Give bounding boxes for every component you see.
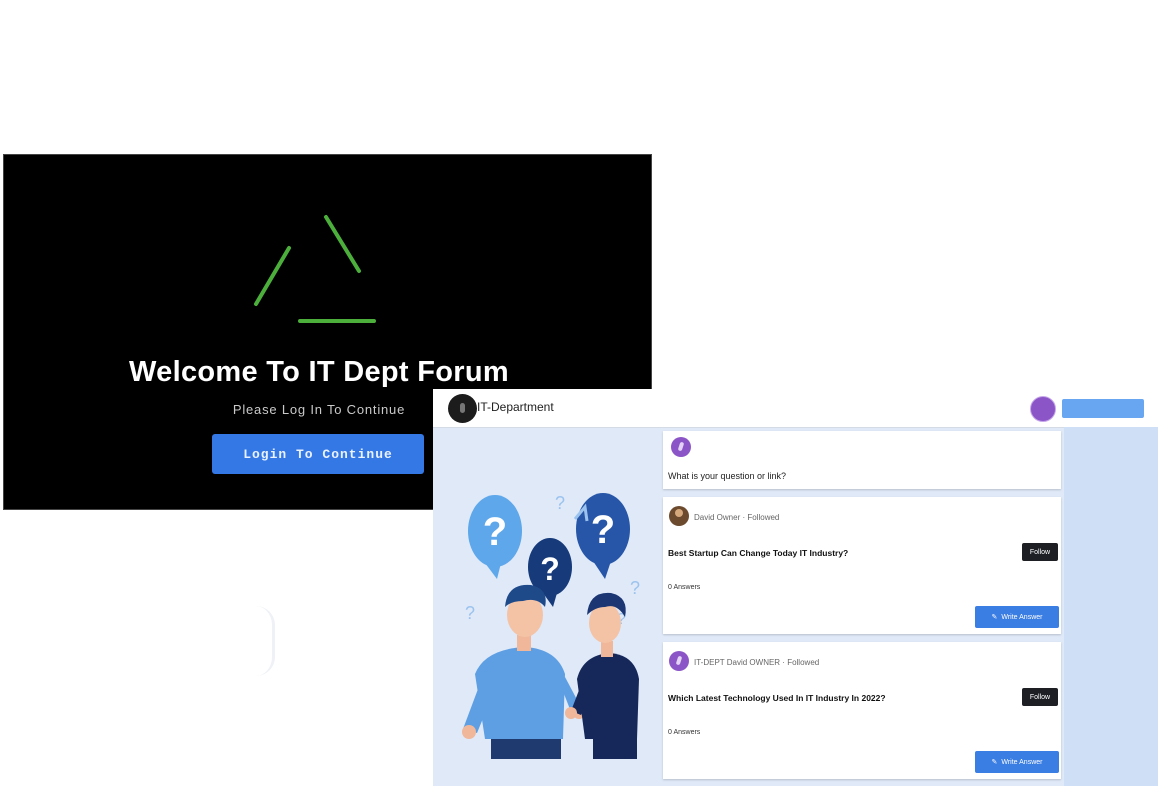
- brand-name[interactable]: IT-Department: [477, 400, 554, 414]
- write-answer-label: Write Answer: [1001, 758, 1043, 766]
- svg-text:?: ?: [483, 510, 507, 554]
- svg-text:?: ?: [630, 578, 640, 598]
- svg-text:?: ?: [555, 493, 565, 513]
- answers-count: 0 Answers: [668, 584, 701, 591]
- follow-button[interactable]: Follow: [1022, 688, 1058, 706]
- svg-text:?: ?: [591, 508, 615, 552]
- svg-text:?: ?: [540, 551, 560, 587]
- user-avatar[interactable]: [1030, 396, 1056, 422]
- author-avatar: [669, 651, 689, 671]
- ask-question-box[interactable]: What is your question or link?: [663, 431, 1061, 489]
- post-question[interactable]: Best Startup Can Change Today IT Industr…: [668, 548, 848, 558]
- pencil-icon: ✎: [991, 759, 998, 766]
- post-card: David Owner · Followed Best Startup Can …: [663, 497, 1061, 634]
- svg-text:?: ?: [465, 603, 475, 623]
- people-question-illustration: ? ? ? ? ? ? ?: [462, 493, 640, 759]
- add-question-button[interactable]: [1062, 399, 1144, 418]
- forum-header: IT-Department: [433, 389, 1158, 428]
- ask-question-input[interactable]: What is your question or link?: [668, 471, 786, 481]
- post-meta: IT-DEPT David OWNER · Followed: [694, 658, 820, 667]
- right-sidebar: [1064, 427, 1158, 786]
- post-card: IT-DEPT David OWNER · Followed Which Lat…: [663, 642, 1061, 779]
- post-meta: David Owner · Followed: [694, 513, 780, 522]
- user-avatar-small: [671, 437, 691, 457]
- post-question[interactable]: Which Latest Technology Used In IT Indus…: [668, 693, 886, 703]
- forum-screen: IT-Department ? ? ? ? ? ? ? What is your…: [433, 389, 1158, 786]
- brand-logo-icon[interactable]: [448, 394, 477, 423]
- author-avatar: [669, 506, 689, 526]
- answers-count: 0 Answers: [668, 729, 701, 736]
- pencil-icon: ✎: [991, 614, 998, 621]
- login-title: Welcome To IT Dept Forum: [129, 356, 509, 388]
- write-answer-button[interactable]: ✎ Write Answer: [975, 751, 1059, 773]
- follow-button[interactable]: Follow: [1022, 543, 1058, 561]
- login-button[interactable]: Login To Continue: [212, 434, 424, 474]
- decorative-bracket: [256, 606, 275, 676]
- write-answer-label: Write Answer: [1001, 613, 1043, 621]
- write-answer-button[interactable]: ✎ Write Answer: [975, 606, 1059, 628]
